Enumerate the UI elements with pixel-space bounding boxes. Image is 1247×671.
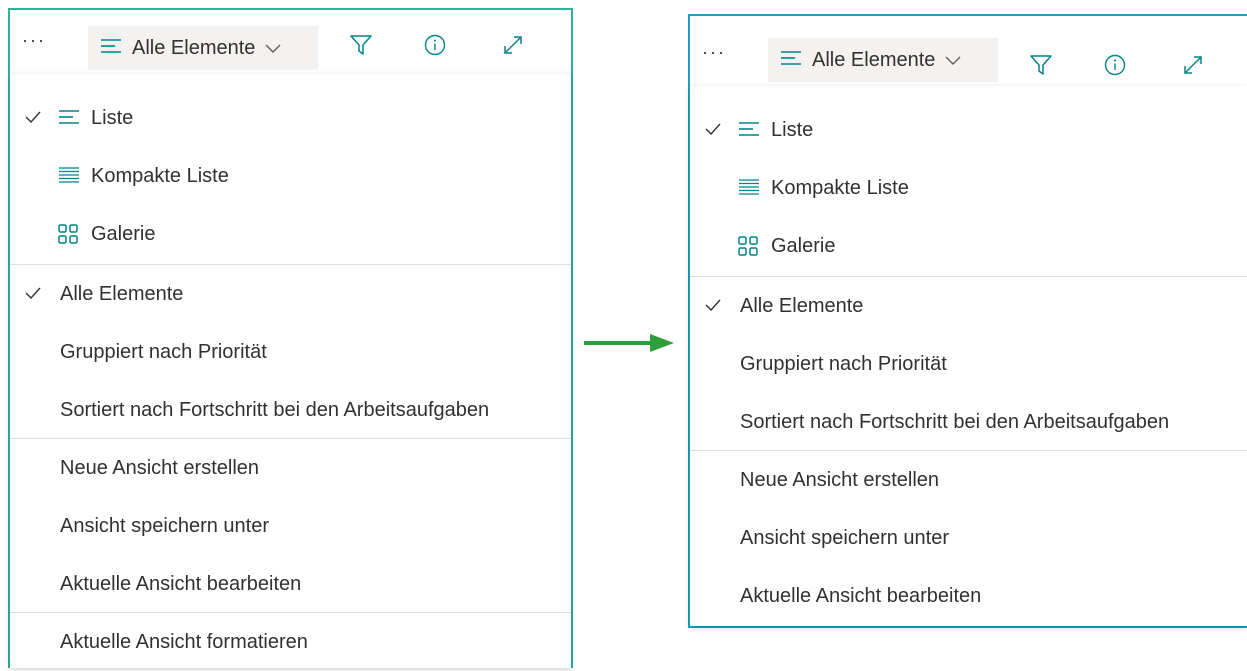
menu-item-ansicht-speichern-unter[interactable]: Ansicht speichern unter	[10, 497, 571, 555]
menu-item-label: Sortiert nach Fortschritt bei den Arbeit…	[60, 398, 490, 421]
list-lines-icon	[100, 37, 122, 60]
info-icon[interactable]	[424, 34, 446, 61]
left-panel-before: ··· Alle Elemente Liste Kompakte Liste G…	[8, 8, 573, 668]
checkmark-icon	[704, 296, 722, 320]
menu-item-label: Galerie	[771, 234, 836, 257]
menu-item-label: Liste	[771, 118, 814, 141]
view-menu: Liste Kompakte Liste Galerie Alle Elemen…	[10, 74, 571, 668]
menu-item-aktuelle-ansicht-bearbeiten[interactable]: Aktuelle Ansicht bearbeiten	[690, 567, 1247, 625]
menu-item-aktuelle-ansicht-bearbeiten[interactable]: Aktuelle Ansicht bearbeiten	[10, 555, 571, 613]
menu-item-label: Gruppiert nach Priorität	[740, 352, 947, 375]
menu-item-gruppiert-nach-prioritaet[interactable]: Gruppiert nach Priorität	[10, 323, 571, 381]
chevron-down-icon	[945, 49, 961, 72]
menu-item-alle-elemente[interactable]: Alle Elemente	[690, 277, 1247, 335]
right-panel-after: ··· Alle Elemente Liste Kompakte Liste G…	[688, 14, 1247, 628]
menu-item-kompakte-liste[interactable]: Kompakte Liste	[10, 147, 571, 205]
menu-item-kompakte-liste[interactable]: Kompakte Liste	[690, 159, 1247, 217]
view-switcher-label: Alle Elemente	[132, 36, 256, 59]
menu-item-label: Galerie	[91, 222, 156, 245]
chevron-down-icon	[265, 37, 281, 60]
menu-item-label: Ansicht speichern unter	[740, 526, 950, 549]
more-options-button[interactable]: ···	[702, 42, 726, 63]
compact-list-icon	[58, 166, 80, 190]
view-menu: Liste Kompakte Liste Galerie Alle Elemen…	[690, 86, 1247, 626]
expand-icon[interactable]	[502, 34, 524, 61]
menu-item-alle-elemente[interactable]: Alle Elemente	[10, 265, 571, 323]
menu-item-galerie[interactable]: Galerie	[690, 217, 1247, 275]
menu-item-label: Kompakte Liste	[771, 176, 909, 199]
menu-item-sortiert-nach-fortschritt[interactable]: Sortiert nach Fortschritt bei den Arbeit…	[690, 393, 1247, 451]
menu-item-label: Aktuelle Ansicht formatieren	[60, 630, 308, 653]
list-icon	[738, 120, 760, 143]
menu-item-aktuelle-ansicht-formatieren[interactable]: Aktuelle Ansicht formatieren	[10, 613, 571, 671]
menu-item-label: Neue Ansicht erstellen	[60, 456, 260, 479]
filter-icon[interactable]	[1030, 54, 1052, 81]
menu-item-label: Liste	[91, 106, 134, 129]
view-switcher-button[interactable]: Alle Elemente	[768, 38, 998, 82]
menu-item-ansicht-speichern-unter[interactable]: Ansicht speichern unter	[690, 509, 1247, 567]
menu-item-label: Ansicht speichern unter	[60, 514, 270, 537]
menu-item-label: Sortiert nach Fortschritt bei den Arbeit…	[740, 410, 1170, 433]
menu-item-neue-ansicht-erstellen[interactable]: Neue Ansicht erstellen	[690, 451, 1247, 509]
checkmark-icon	[24, 108, 42, 132]
more-options-button[interactable]: ···	[22, 30, 46, 51]
menu-item-label: Neue Ansicht erstellen	[740, 468, 940, 491]
list-icon	[58, 108, 80, 131]
expand-icon[interactable]	[1182, 54, 1204, 81]
gallery-icon	[738, 236, 758, 262]
arrow-right-icon	[584, 334, 674, 352]
menu-item-sortiert-nach-fortschritt[interactable]: Sortiert nach Fortschritt bei den Arbeit…	[10, 381, 571, 439]
menu-item-label: Aktuelle Ansicht bearbeiten	[60, 572, 302, 595]
menu-item-label: Alle Elemente	[740, 294, 864, 317]
menu-item-gruppiert-nach-prioritaet[interactable]: Gruppiert nach Priorität	[690, 335, 1247, 393]
info-icon[interactable]	[1104, 54, 1126, 81]
compact-list-icon	[738, 178, 760, 202]
gallery-icon	[58, 224, 78, 250]
menu-item-label: Aktuelle Ansicht bearbeiten	[740, 584, 982, 607]
view-switcher-label: Alle Elemente	[812, 48, 936, 71]
menu-item-label: Kompakte Liste	[91, 164, 229, 187]
menu-item-liste[interactable]: Liste	[10, 89, 571, 147]
checkmark-icon	[704, 120, 722, 144]
menu-item-label: Alle Elemente	[60, 282, 184, 305]
command-bar: ··· Alle Elemente	[10, 10, 571, 74]
menu-item-neue-ansicht-erstellen[interactable]: Neue Ansicht erstellen	[10, 439, 571, 497]
command-bar: ··· Alle Elemente	[690, 16, 1247, 86]
menu-item-label: Gruppiert nach Priorität	[60, 340, 267, 363]
view-switcher-button[interactable]: Alle Elemente	[88, 26, 318, 70]
list-lines-icon	[780, 49, 802, 72]
menu-item-galerie[interactable]: Galerie	[10, 205, 571, 263]
menu-item-liste[interactable]: Liste	[690, 101, 1247, 159]
checkmark-icon	[24, 284, 42, 308]
filter-icon[interactable]	[350, 34, 372, 61]
